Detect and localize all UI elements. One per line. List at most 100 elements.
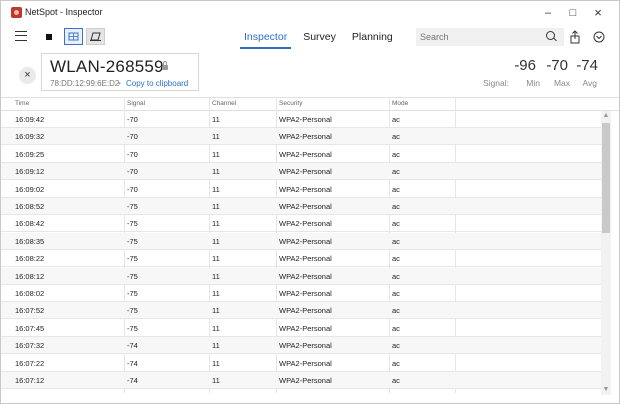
- cell-signal: -70: [127, 149, 138, 159]
- column-header-security[interactable]: Security: [279, 100, 302, 107]
- cell-mode: ac: [392, 167, 400, 177]
- cell-signal: -75: [127, 236, 138, 246]
- vertical-scrollbar[interactable]: ▲ ▼: [601, 111, 611, 395]
- cell-mode: ac: [392, 115, 400, 124]
- cell-mode: ac: [392, 271, 400, 281]
- cell-mode: ac: [392, 149, 400, 159]
- cell-mode: ac: [392, 323, 400, 333]
- cell-channel: 11: [212, 202, 220, 211]
- cell-time: 16:09:12: [15, 167, 45, 177]
- cell-channel: 11: [212, 358, 220, 368]
- cell-signal: -75: [127, 219, 138, 229]
- table-row[interactable]: 16:09:42 -70 11 WPA2-Personal ac: [1, 111, 601, 128]
- close-window-button[interactable]: ×: [591, 6, 605, 20]
- copy-to-clipboard-link[interactable]: Copy to clipboard: [126, 79, 188, 88]
- table-row[interactable]: 16:08:52 -75 11 WPA2-Personal ac: [1, 198, 601, 215]
- cell-security: WPA2-Personal: [279, 289, 332, 298]
- minimize-button[interactable]: –: [541, 6, 555, 20]
- close-network-button[interactable]: ×: [19, 67, 36, 84]
- cell-security: WPA2-Personal: [279, 132, 332, 142]
- share-icon[interactable]: [567, 29, 583, 45]
- table-row[interactable]: 16:07:45 -75 11 WPA2-Personal ac: [1, 320, 601, 337]
- table-body: 16:09:42 -70 11 WPA2-Personal ac 16:09:32 -70 1…: [1, 111, 601, 395]
- app-window: NetSpot - Inspector – □ × Inspector Surv…: [0, 0, 620, 404]
- table-row[interactable]: 16:09:32 -70 11 WPA2-Personal ac: [1, 128, 601, 146]
- cell-signal: -74: [127, 358, 138, 368]
- signal-min-value: -96: [514, 57, 536, 74]
- maximize-button[interactable]: □: [566, 6, 580, 20]
- cell-mode: ac: [392, 219, 400, 229]
- toolbar: Inspector Survey Planning: [1, 25, 619, 49]
- tab-planning[interactable]: Planning: [344, 25, 401, 49]
- cell-channel: 11: [212, 341, 220, 351]
- cell-time: 16:07:22: [15, 358, 45, 368]
- cell-security: WPA2-Personal: [279, 149, 332, 159]
- cell-mode: ac: [392, 376, 400, 385]
- table-row[interactable]: 16:08:42 -75 11 WPA2-Personal ac: [1, 215, 601, 233]
- cell-security: WPA2-Personal: [279, 271, 332, 281]
- netspot-logo-icon: [11, 7, 22, 18]
- table-row[interactable]: 16:07:22 -74 11 WPA2-Personal ac: [1, 355, 601, 372]
- min-label: Min: [526, 78, 540, 88]
- scroll-up-icon[interactable]: ▲: [601, 111, 611, 121]
- cell-security: WPA2-Personal: [279, 202, 332, 211]
- scroll-down-icon[interactable]: ▼: [601, 385, 611, 395]
- cell-time: 16:09:02: [15, 184, 45, 194]
- cell-time: 16:09:25: [15, 149, 45, 159]
- table-row[interactable]: 16:07:12 -74 11 WPA2-Personal ac: [1, 372, 601, 389]
- column-header-mode[interactable]: Mode: [392, 100, 408, 107]
- cell-signal: -70: [127, 167, 138, 177]
- table-row[interactable]: 16:07:32 -74 11 WPA2-Personal ac: [1, 337, 601, 355]
- column-header-signal[interactable]: Signal: [127, 100, 145, 107]
- column-header-time[interactable]: Time: [15, 100, 29, 107]
- table-view-button[interactable]: [64, 28, 83, 45]
- cell-channel: 11: [212, 376, 220, 385]
- cell-channel: 11: [212, 254, 220, 264]
- hamburger-icon[interactable]: [15, 31, 27, 41]
- cell-channel: 11: [212, 271, 220, 281]
- table-row[interactable]: 16:08:35 -75 11 WPA2-Personal ac: [1, 232, 601, 250]
- signal-avg-value: -74: [576, 57, 598, 74]
- cell-security: WPA2-Personal: [279, 306, 332, 316]
- cell-time: 16:09:32: [15, 132, 45, 142]
- cell-mode: ac: [392, 358, 400, 368]
- signal-label: Signal:: [483, 78, 509, 88]
- cell-channel: 11: [212, 149, 220, 159]
- more-icon[interactable]: [591, 29, 607, 45]
- table-row[interactable]: 16:09:12 -70 11 WPA2-Personal ac: [1, 163, 601, 181]
- cell-security: WPA2-Personal: [279, 184, 332, 194]
- table-row[interactable]: 16:09:25 -70 11 WPA2-Personal ac: [1, 146, 601, 163]
- cell-mode: ac: [392, 202, 400, 211]
- cell-time: 16:09:42: [15, 115, 45, 124]
- cell-channel: 11: [212, 306, 220, 316]
- avg-label: Avg: [582, 78, 598, 88]
- max-label: Max: [553, 78, 570, 88]
- column-header-channel[interactable]: Channel: [212, 100, 236, 107]
- tab-inspector[interactable]: Inspector: [236, 25, 295, 49]
- search-input[interactable]: [416, 28, 564, 46]
- cell-security: WPA2-Personal: [279, 236, 332, 246]
- cell-signal: -75: [127, 289, 138, 298]
- network-ssid: WLAN-268559: [50, 57, 164, 76]
- cell-time: 16:08:42: [15, 219, 45, 229]
- cell-signal: -74: [127, 341, 138, 351]
- cell-time: 16:08:35: [15, 236, 45, 246]
- cell-mode: ac: [392, 306, 400, 316]
- tab-survey[interactable]: Survey: [295, 25, 344, 49]
- search-icon[interactable]: [546, 31, 555, 40]
- cell-channel: 11: [212, 184, 220, 194]
- stop-icon[interactable]: [43, 31, 55, 43]
- table-row[interactable]: 16:09:02 -70 11 WPA2-Personal ac: [1, 181, 601, 198]
- status-bar: [1, 395, 619, 403]
- table-row[interactable]: 16:08:02 -75 11 WPA2-Personal ac: [1, 285, 601, 302]
- table-row[interactable]: 16:08:22 -75 11 WPA2-Personal ac: [1, 250, 601, 268]
- cell-security: WPA2-Personal: [279, 341, 332, 351]
- cell-mode: ac: [392, 184, 400, 194]
- scroll-thumb[interactable]: [602, 123, 610, 233]
- table-header: Time Signal Channel Security Mode: [1, 97, 619, 111]
- table-row[interactable]: 16:07:52 -75 11 WPA2-Personal ac: [1, 302, 601, 320]
- table-row[interactable]: 16:08:12 -75 11 WPA2-Personal ac: [1, 267, 601, 285]
- cell-signal: -75: [127, 306, 138, 316]
- cell-signal: -70: [127, 184, 138, 194]
- chart-view-button[interactable]: [86, 28, 105, 45]
